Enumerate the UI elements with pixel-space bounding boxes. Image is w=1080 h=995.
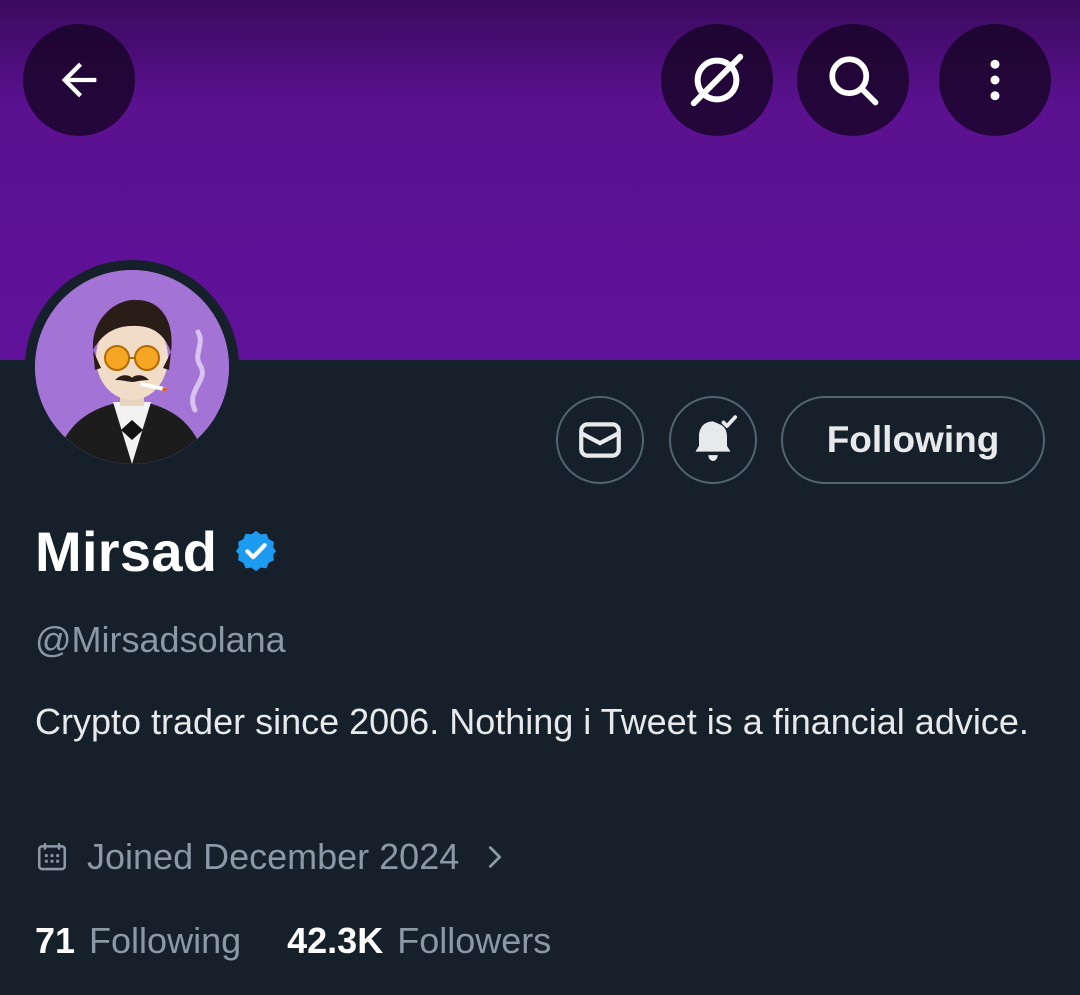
grok-button[interactable]	[661, 24, 773, 136]
grok-icon	[690, 53, 744, 107]
joined-date: Joined December 2024	[87, 836, 460, 877]
avatar[interactable]	[25, 260, 239, 474]
search-icon	[829, 56, 879, 106]
notifications-button[interactable]	[669, 396, 757, 484]
following-stat[interactable]: 71 Following	[35, 920, 241, 962]
arrow-left-icon	[61, 62, 97, 98]
following-count: 71	[35, 920, 76, 961]
more-button[interactable]	[939, 24, 1051, 136]
bell-check-icon	[695, 415, 738, 461]
following-button[interactable]: Following	[781, 396, 1045, 484]
followers-label: Followers	[397, 920, 552, 961]
followers-stat[interactable]: 42.3K Followers	[287, 920, 551, 962]
display-name: Mirsad	[35, 519, 218, 583]
verified-badge-icon[interactable]	[233, 528, 279, 574]
chevron-right-icon	[489, 846, 502, 868]
back-button[interactable]	[23, 24, 135, 136]
message-button[interactable]	[556, 396, 644, 484]
joined-row[interactable]: Joined December 2024	[35, 832, 509, 882]
calendar-icon	[37, 842, 67, 871]
search-button[interactable]	[797, 24, 909, 136]
profile-handle: @Mirsadsolana	[35, 619, 286, 660]
avatar-image	[35, 270, 229, 464]
followers-count: 42.3K	[287, 920, 384, 961]
name-row: Mirsad	[35, 518, 279, 584]
profile-bio: Crypto trader since 2006. Nothing i Twee…	[35, 701, 1029, 742]
envelope-icon	[579, 422, 621, 458]
following-label: Following	[89, 920, 242, 961]
follow-stats: 71 Following 42.3K Followers	[35, 916, 551, 966]
more-vertical-icon	[990, 59, 1000, 101]
